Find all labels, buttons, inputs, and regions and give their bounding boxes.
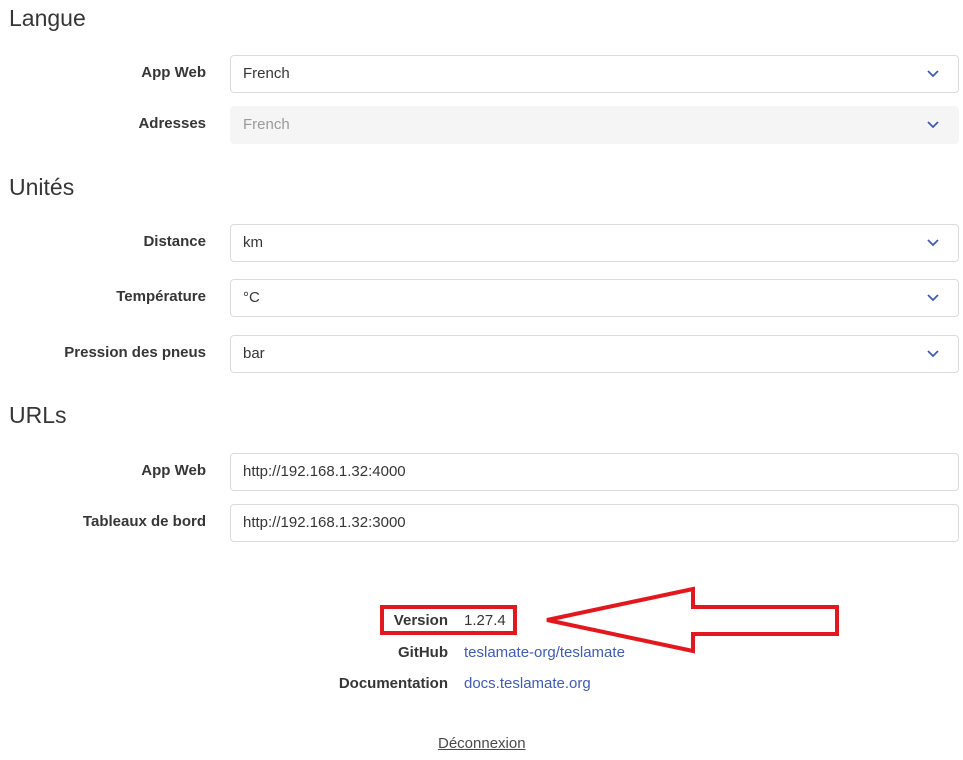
tire-pressure-select[interactable]: bar	[230, 335, 959, 373]
webapp-language-label: App Web	[141, 64, 206, 81]
tire-pressure-label: Pression des pneus	[64, 344, 206, 361]
addresses-language-label: Adresses	[138, 115, 206, 132]
addresses-language-value: French	[243, 116, 290, 133]
github-label: GitHub	[398, 644, 448, 661]
temperature-select[interactable]: °C	[230, 279, 959, 317]
distance-label: Distance	[143, 233, 206, 250]
chevron-down-icon	[927, 121, 939, 129]
dashboards-url-input[interactable]: http://192.168.1.32:3000	[230, 504, 959, 542]
webapp-url-input[interactable]: http://192.168.1.32:4000	[230, 453, 959, 491]
webapp-language-value: French	[243, 65, 290, 82]
webapp-language-select[interactable]: French	[230, 55, 959, 93]
temperature-label: Température	[116, 288, 206, 305]
documentation-link[interactable]: docs.teslamate.org	[464, 675, 591, 692]
chevron-down-icon	[927, 294, 939, 302]
tire-pressure-value: bar	[243, 345, 265, 362]
section-title-units: Unités	[9, 174, 75, 200]
distance-select[interactable]: km	[230, 224, 959, 262]
version-highlight-box	[380, 605, 517, 635]
section-title-urls: URLs	[9, 402, 67, 428]
addresses-language-select[interactable]: French	[230, 106, 959, 144]
documentation-label: Documentation	[338, 675, 448, 692]
chevron-down-icon	[927, 350, 939, 358]
distance-value: km	[243, 234, 263, 251]
left-arrow-annotation-icon	[546, 586, 839, 654]
section-title-language: Langue	[9, 5, 86, 31]
webapp-url-label: App Web	[141, 462, 206, 479]
temperature-value: °C	[243, 289, 260, 306]
chevron-down-icon	[927, 239, 939, 247]
dashboards-url-label: Tableaux de bord	[82, 513, 206, 530]
webapp-url-value: http://192.168.1.32:4000	[243, 463, 406, 480]
logout-link[interactable]: Déconnexion	[438, 735, 526, 752]
chevron-down-icon	[927, 70, 939, 78]
dashboards-url-value: http://192.168.1.32:3000	[243, 514, 406, 531]
